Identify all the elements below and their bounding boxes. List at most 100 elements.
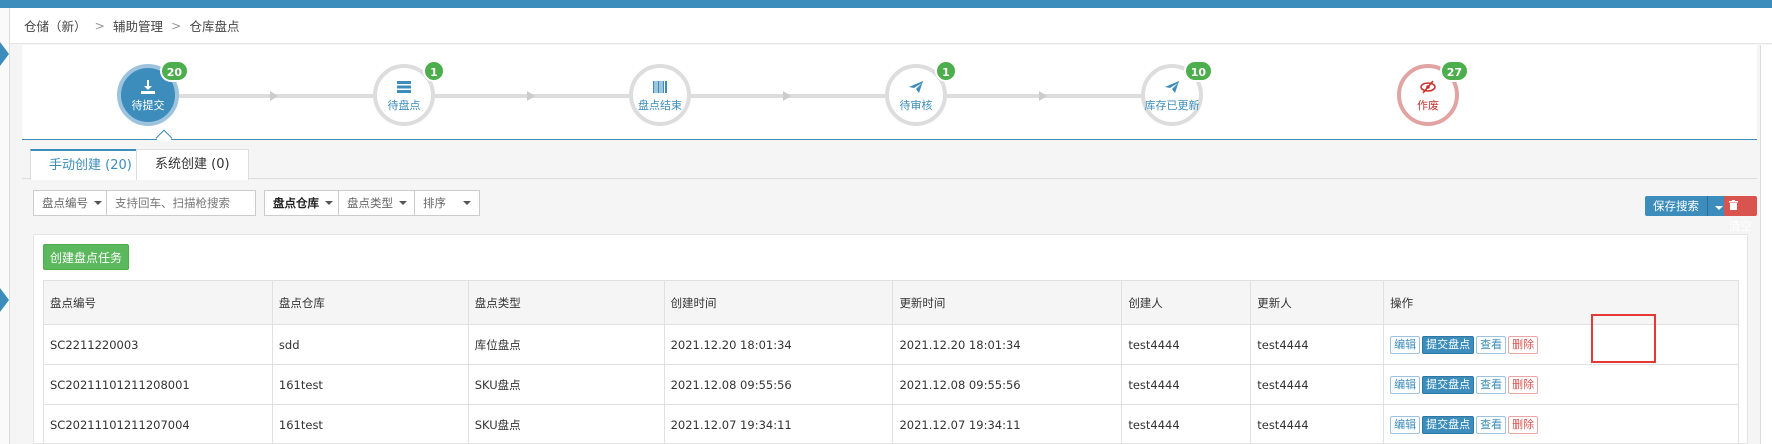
table-header-row: 盘点编号 盘点仓库 盘点类型 创建时间 更新时间 创建人 更新人 操作: [43, 280, 1739, 325]
breadcrumb-separator-icon: >: [171, 18, 182, 33]
cell-created-time: 2021.12.08 09:55:56: [663, 364, 894, 405]
cell-actions: 编辑 提交盘点 查看 删除: [1383, 404, 1739, 444]
count-badge: 20: [159, 60, 189, 82]
cell-created-time: 2021.12.07 19:34:11: [663, 404, 894, 444]
save-search-button[interactable]: 保存搜索: [1645, 196, 1730, 216]
tab-system-create[interactable]: 系统创建 (0): [136, 149, 249, 180]
filter-label: 盘点编号: [42, 196, 88, 210]
count-task-table: 盘点编号 盘点仓库 盘点类型 创建时间 更新时间 创建人 更新人 操作 SC22…: [43, 280, 1739, 444]
column-header: 创建时间: [663, 280, 894, 325]
step-label: 盘点结束: [638, 98, 682, 112]
paper-plane-icon: [908, 78, 924, 96]
filter-bar: 盘点编号 盘点仓库 盘点类型 排序 保存搜索 清空: [22, 180, 1757, 233]
tab-bar: 手动创建 (20) 系统创建 (0): [22, 141, 1757, 180]
step-pending-review[interactable]: 待审核 1: [885, 60, 957, 126]
column-header: 创建人: [1121, 280, 1252, 325]
caret-down-icon: [325, 201, 333, 205]
step-arrow-icon: [527, 91, 535, 101]
search-box[interactable]: [106, 190, 256, 216]
delete-button[interactable]: 删除: [1508, 415, 1539, 434]
cell-type: SKU盘点: [467, 364, 665, 405]
breadcrumb: 仓储（新） > 辅助管理 > 仓库盘点: [10, 8, 1772, 44]
search-input[interactable]: [115, 196, 255, 210]
cell-warehouse: 161test: [271, 364, 469, 405]
delete-button[interactable]: 删除: [1508, 375, 1539, 394]
submit-count-button[interactable]: 提交盘点: [1422, 335, 1475, 354]
table-row: SC20211101211208001 161test SKU盘点 2021.1…: [43, 364, 1739, 405]
caret-down-icon: [463, 201, 471, 205]
filter-label: 盘点仓库: [273, 196, 319, 210]
cell-updated-time: 2021.12.07 19:34:11: [892, 404, 1123, 444]
status-steps: 待提交 20 待盘点 1 盘点结束 待审核 1 库存已更新 10 作废 27: [22, 45, 1757, 140]
collapse-arrow-icon[interactable]: [0, 42, 9, 66]
column-header: 更新人: [1250, 280, 1385, 325]
cell-warehouse: sdd: [271, 324, 469, 365]
create-count-task-button[interactable]: 创建盘点任务: [43, 244, 130, 270]
step-arrow-icon: [270, 91, 278, 101]
table-row: SC2211220003 sdd 库位盘点 2021.12.20 18:01:3…: [43, 324, 1739, 365]
breadcrumb-item[interactable]: 仓储（新）: [24, 16, 87, 35]
step-stock-updated[interactable]: 库存已更新 10: [1141, 60, 1213, 126]
tab-manual-create[interactable]: 手动创建 (20): [30, 149, 151, 180]
column-header: 盘点仓库: [271, 280, 469, 325]
paper-plane-icon: [1164, 78, 1180, 96]
type-filter-dropdown[interactable]: 盘点类型: [338, 190, 416, 216]
count-badge: 1: [423, 60, 445, 82]
sort-dropdown[interactable]: 排序: [414, 190, 480, 216]
cell-creator: test4444: [1121, 364, 1252, 405]
edit-button[interactable]: 编辑: [1390, 375, 1421, 394]
cell-code: SC20211101211207004: [43, 404, 273, 444]
trash-icon: [1729, 199, 1738, 213]
submit-count-button[interactable]: 提交盘点: [1422, 375, 1475, 394]
step-pending-count[interactable]: 待盘点 1: [373, 60, 445, 126]
top-bar: [0, 0, 1772, 8]
save-search-label[interactable]: 保存搜索: [1645, 196, 1708, 216]
cell-actions: 编辑 提交盘点 查看 删除: [1383, 364, 1739, 405]
download-icon: [140, 78, 156, 96]
submit-count-button[interactable]: 提交盘点: [1422, 415, 1475, 434]
step-count-finished[interactable]: 盘点结束: [629, 64, 691, 126]
cell-code: SC2211220003: [43, 324, 273, 365]
code-filter-dropdown[interactable]: 盘点编号: [33, 190, 111, 216]
caret-down-icon: [94, 201, 102, 205]
caret-down-icon: [399, 201, 407, 205]
scrollbar[interactable]: [1760, 45, 1772, 444]
column-header: 更新时间: [892, 280, 1123, 325]
cell-updater: test4444: [1250, 404, 1385, 444]
breadcrumb-separator-icon: >: [94, 18, 105, 33]
warehouse-filter-dropdown[interactable]: 盘点仓库: [264, 190, 342, 216]
cell-creator: test4444: [1121, 324, 1252, 365]
step-pending-submit[interactable]: 待提交 20: [117, 60, 189, 126]
cell-type: 库位盘点: [467, 324, 665, 365]
step-arrow-icon: [783, 91, 791, 101]
edit-button[interactable]: 编辑: [1390, 415, 1421, 434]
stack-icon: [396, 78, 412, 96]
cell-updated-time: 2021.12.20 18:01:34: [892, 324, 1123, 365]
cell-updater: test4444: [1250, 324, 1385, 365]
view-button[interactable]: 查看: [1476, 335, 1507, 354]
collapse-arrow-icon[interactable]: [0, 288, 9, 312]
filter-label: 排序: [423, 196, 446, 210]
step-arrow-icon: [1039, 91, 1047, 101]
column-header: 盘点类型: [467, 280, 665, 325]
view-button[interactable]: 查看: [1476, 375, 1507, 394]
breadcrumb-item[interactable]: 辅助管理: [113, 16, 163, 35]
left-rail: [0, 8, 10, 444]
step-label: 待审核: [899, 98, 933, 112]
cell-updater: test4444: [1250, 364, 1385, 405]
filter-label: 盘点类型: [347, 196, 393, 210]
count-badge: 10: [1183, 60, 1213, 82]
view-button[interactable]: 查看: [1476, 415, 1507, 434]
step-label: 待提交: [131, 98, 165, 112]
delete-button[interactable]: 删除: [1508, 335, 1539, 354]
cell-actions: 编辑 提交盘点 查看 删除: [1383, 324, 1739, 365]
breadcrumb-item: 仓库盘点: [189, 19, 240, 34]
clear-button[interactable]: 清空: [1724, 196, 1757, 233]
eye-slash-icon: [1420, 78, 1436, 96]
count-badge: 1: [935, 60, 957, 82]
step-label: 库存已更新: [1144, 98, 1200, 112]
step-voided[interactable]: 作废 27: [1397, 60, 1469, 126]
edit-button[interactable]: 编辑: [1390, 335, 1421, 354]
column-header: 操作: [1383, 280, 1739, 325]
cell-created-time: 2021.12.20 18:01:34: [663, 324, 894, 365]
